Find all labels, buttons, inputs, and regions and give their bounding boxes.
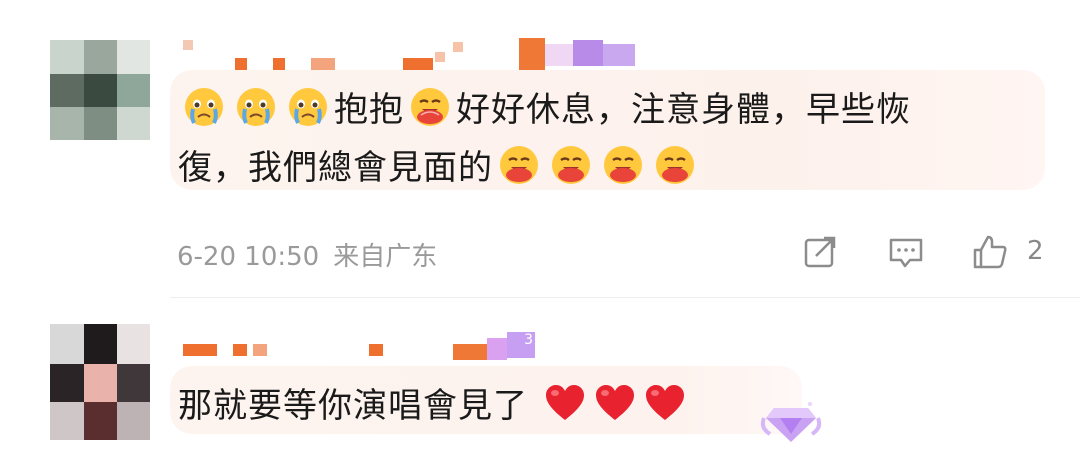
username-obscured[interactable]: 3 bbox=[183, 330, 543, 362]
hugging-face-icon bbox=[653, 143, 697, 187]
thumbs-up-icon bbox=[973, 235, 1007, 269]
comment-item: 3 那就要等你演唱會見了 bbox=[0, 300, 1080, 463]
comment-text-part: 抱抱 bbox=[334, 90, 404, 130]
crying-face-icon bbox=[286, 85, 330, 129]
hugging-face-icon bbox=[549, 143, 593, 187]
comment-divider bbox=[170, 297, 1080, 298]
hugging-face-icon bbox=[497, 143, 541, 187]
like-button[interactable] bbox=[970, 232, 1014, 276]
share-button[interactable] bbox=[800, 232, 844, 276]
like-count: 2 bbox=[1027, 236, 1044, 266]
comment-text-part: 復，我們總會見面的 bbox=[178, 148, 493, 188]
level-badge: 3 bbox=[507, 332, 535, 358]
comment-text-line-1: 那就要等你演唱會見了 bbox=[178, 378, 690, 427]
hugging-face-icon bbox=[601, 143, 645, 187]
comment-icon bbox=[889, 238, 923, 268]
comment-text-line-2: 復，我們總會見面的 bbox=[178, 140, 701, 189]
reply-button[interactable] bbox=[886, 232, 930, 276]
comment-text-part: 好好休息，注意身體，早些恢 bbox=[456, 90, 911, 130]
comment-actions: 2 bbox=[0, 232, 1080, 276]
comment-bubble: 抱抱 好好休息，注意身體，早些恢 復，我們總會見面的 bbox=[170, 70, 1045, 190]
heart-icon bbox=[593, 381, 637, 425]
username-obscured[interactable] bbox=[183, 38, 643, 70]
avatar[interactable] bbox=[50, 324, 150, 440]
comment-item: 抱抱 好好休息，注意身體，早些恢 復，我們總會見面的 6-20 10:50 来自广… bbox=[0, 0, 1080, 300]
avatar[interactable] bbox=[50, 40, 150, 140]
share-icon bbox=[804, 236, 836, 268]
crying-face-icon bbox=[182, 85, 226, 129]
hugging-face-icon bbox=[408, 85, 452, 129]
heart-icon bbox=[643, 381, 687, 425]
comment-bubble: 那就要等你演唱會見了 bbox=[170, 366, 802, 434]
comment-text-part: 那就要等你演唱會見了 bbox=[178, 386, 528, 426]
comment-text-line-1: 抱抱 好好休息，注意身體，早些恢 bbox=[178, 82, 911, 131]
crying-face-icon bbox=[234, 85, 278, 129]
diamond-badge-icon bbox=[760, 394, 822, 450]
heart-icon bbox=[543, 381, 587, 425]
